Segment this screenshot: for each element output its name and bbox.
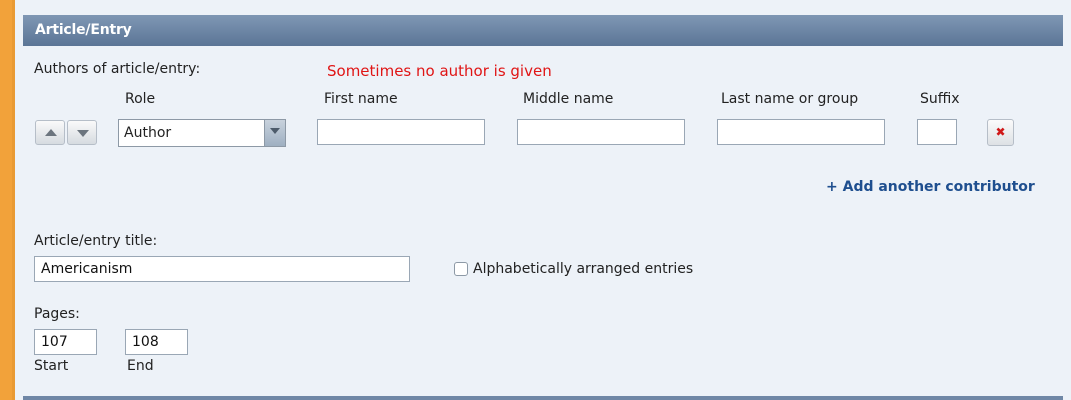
title-label: Article/entry title: [34, 233, 158, 249]
chevron-down-icon [264, 120, 285, 146]
alphabetical-checkbox[interactable] [454, 262, 468, 276]
suffix-input[interactable] [917, 119, 957, 145]
start-page-input[interactable] [34, 329, 97, 355]
delete-icon: ✖ [995, 125, 1006, 139]
arrow-down-icon [77, 130, 89, 137]
section-header: Article/Entry [23, 15, 1063, 46]
role-select[interactable]: Author [118, 119, 286, 147]
middle-name-input[interactable] [517, 119, 685, 145]
pages-label: Pages: [34, 306, 80, 322]
remove-contributor-button[interactable]: ✖ [987, 119, 1014, 146]
authors-label: Authors of article/entry: [34, 61, 201, 77]
start-label: Start [34, 358, 69, 374]
move-down-button[interactable] [67, 120, 97, 145]
column-role: Role [125, 91, 156, 107]
column-first-name: First name [324, 91, 398, 107]
alphabetical-label: Alphabetically arranged entries [473, 261, 694, 277]
role-select-value: Author [124, 125, 172, 141]
end-label: End [127, 358, 154, 374]
add-contributor-link[interactable]: + Add another contributor [826, 179, 1035, 195]
arrow-up-icon [45, 129, 57, 136]
no-author-note: Sometimes no author is given [327, 62, 552, 80]
column-middle-name: Middle name [523, 91, 614, 107]
move-up-button[interactable] [35, 120, 65, 145]
last-name-input[interactable] [717, 119, 885, 145]
article-entry-panel: Article/Entry Authors of article/entry: … [12, 0, 1071, 400]
column-suffix: Suffix [920, 91, 960, 107]
column-last-name: Last name or group [721, 91, 859, 107]
title-input[interactable] [34, 256, 410, 282]
end-page-input[interactable] [125, 329, 188, 355]
next-section-header [23, 396, 1063, 400]
first-name-input[interactable] [317, 119, 485, 145]
